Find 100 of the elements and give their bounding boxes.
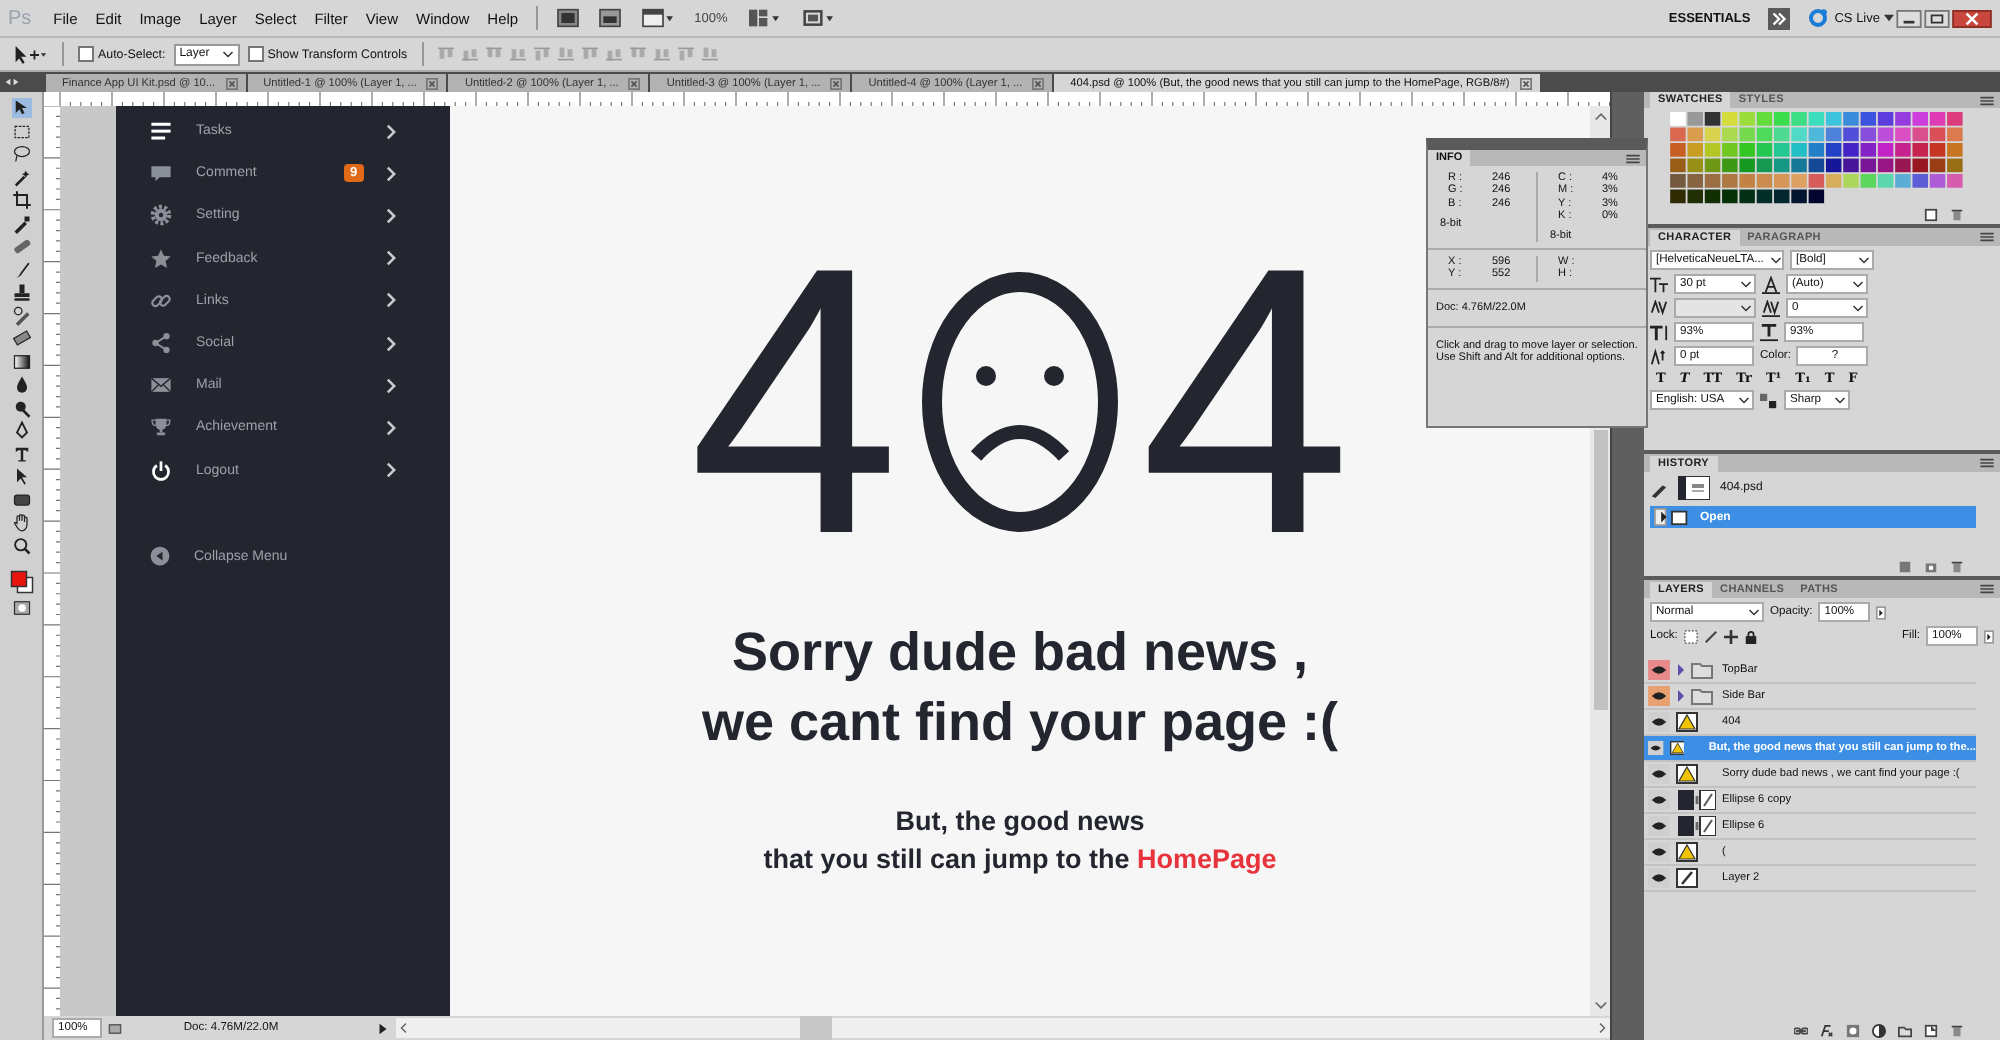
scroll-up-icon[interactable] [1593, 110, 1607, 122]
screen-mode-icon[interactable] [799, 8, 836, 28]
visibility-eye-icon[interactable] [1648, 842, 1670, 862]
star-icon [150, 247, 172, 270]
brush-icon[interactable] [1703, 629, 1718, 643]
panel-menu-icon[interactable] [1980, 458, 1994, 468]
caret-icon[interactable] [1884, 14, 1894, 22]
move-arrows-icon[interactable] [1723, 629, 1738, 643]
trash-icon[interactable] [1950, 559, 1964, 573]
view-extras-icon[interactable] [640, 8, 677, 28]
collapse-arrows-icon[interactable] [4, 76, 20, 88]
history-brush-icon[interactable] [1650, 479, 1668, 497]
visibility-eye-icon[interactable] [1648, 816, 1670, 836]
bandage-icon[interactable] [11, 236, 31, 256]
scroll-left-icon[interactable] [396, 1022, 411, 1034]
wand-icon[interactable] [11, 167, 31, 187]
pen-icon[interactable] [11, 420, 31, 440]
checkbox[interactable] [78, 46, 94, 62]
crop-icon[interactable] [11, 190, 31, 210]
visibility-eye-icon[interactable] [1648, 790, 1670, 810]
chevron-icon [386, 250, 396, 267]
expand-icon[interactable] [1768, 7, 1791, 29]
gradient-icon[interactable] [11, 351, 31, 371]
close-icon[interactable] [1952, 9, 1992, 27]
close-icon[interactable] [426, 77, 439, 89]
anti-alias-icon [1760, 391, 1778, 409]
scroll-right-icon[interactable] [1596, 1022, 1610, 1034]
panel-menu-icon[interactable] [1626, 153, 1640, 163]
panel-menu-icon[interactable] [1980, 95, 1994, 106]
panel-menu-icon[interactable] [1980, 584, 1994, 594]
homepage-link[interactable]: HomePage [1137, 844, 1277, 874]
adjustment-icon[interactable] [1872, 1023, 1886, 1037]
folder-icon[interactable] [1898, 1023, 1912, 1037]
menu-icon [150, 120, 172, 143]
close-icon[interactable] [1519, 77, 1532, 89]
drop-icon[interactable] [11, 374, 31, 394]
camera-icon[interactable] [1924, 559, 1938, 573]
eyedropper-icon[interactable] [11, 213, 31, 233]
visibility-eye-icon[interactable] [1648, 738, 1664, 758]
caret-icon [221, 49, 234, 59]
rectangle-icon[interactable] [11, 489, 31, 509]
move-icon[interactable] [11, 98, 31, 118]
preview-icon[interactable] [107, 1021, 122, 1035]
move-tool-icon[interactable] [12, 43, 48, 65]
close-icon[interactable] [1032, 77, 1045, 89]
folder-icon[interactable] [1676, 686, 1716, 706]
font-size-icon [1650, 275, 1668, 293]
visibility-eye-icon[interactable] [1648, 660, 1670, 680]
color-swatches-icon[interactable] [9, 570, 33, 594]
close-icon[interactable] [830, 77, 843, 89]
new-swatch-icon[interactable] [1924, 207, 1938, 222]
visibility-eye-icon[interactable] [1648, 868, 1670, 888]
chevron-icon [386, 335, 396, 352]
close-icon[interactable] [628, 77, 641, 89]
chevron-icon [386, 292, 396, 309]
caret-icon [1740, 303, 1752, 313]
minimize-icon[interactable] [1896, 9, 1922, 27]
text-layer-thumbnail [1676, 764, 1698, 784]
dodge-icon[interactable] [11, 397, 31, 417]
new-layer-icon[interactable] [1924, 1023, 1938, 1037]
caret-icon [1738, 395, 1750, 405]
chevron-icon [386, 377, 396, 394]
arrange-icon[interactable] [745, 8, 782, 28]
pointer-icon[interactable] [11, 466, 31, 486]
lasso-icon[interactable] [11, 144, 31, 164]
new-document-icon[interactable] [1898, 559, 1912, 573]
visibility-eye-icon[interactable] [1648, 686, 1670, 706]
hand-icon[interactable] [11, 512, 31, 532]
chevron-icon [386, 123, 396, 140]
mask-icon[interactable] [1846, 1023, 1860, 1037]
collapse-icon [150, 546, 170, 567]
scrollbar-thumb[interactable] [1593, 430, 1607, 710]
stamp-icon[interactable] [11, 282, 31, 302]
marquee-icon[interactable] [11, 121, 31, 141]
tracking-icon [1762, 299, 1780, 317]
close-icon[interactable] [225, 77, 238, 89]
slider-arrow-icon[interactable] [1876, 605, 1887, 619]
history-brush-icon[interactable] [11, 305, 31, 325]
error-code-digit: 4 [1140, 262, 1352, 542]
zoom-icon[interactable] [11, 535, 31, 555]
text-tool-icon[interactable] [11, 443, 31, 463]
scrollbar-thumb[interactable] [800, 1016, 833, 1040]
panel-menu-icon[interactable] [1980, 232, 1994, 242]
lock-icon[interactable] [1743, 629, 1758, 643]
lock-pixels-icon[interactable] [1683, 629, 1698, 643]
caret-icon [1852, 279, 1864, 289]
link-icon[interactable] [1794, 1023, 1808, 1037]
trash-icon[interactable] [1950, 1023, 1964, 1037]
visibility-eye-icon[interactable] [1648, 712, 1670, 732]
visibility-eye-icon[interactable] [1648, 764, 1670, 784]
folder-icon[interactable] [1676, 660, 1716, 680]
status-menu-icon[interactable] [376, 1021, 391, 1035]
slider-arrow-icon[interactable] [1984, 629, 1994, 643]
scroll-down-icon[interactable] [1593, 1000, 1607, 1012]
restore-icon[interactable] [1924, 9, 1950, 27]
eraser-icon[interactable] [11, 328, 31, 348]
quick-mask-icon[interactable] [11, 597, 31, 617]
trash-icon[interactable] [1950, 207, 1964, 222]
effects-icon[interactable] [1820, 1023, 1834, 1037]
checkbox[interactable] [247, 46, 264, 62]
